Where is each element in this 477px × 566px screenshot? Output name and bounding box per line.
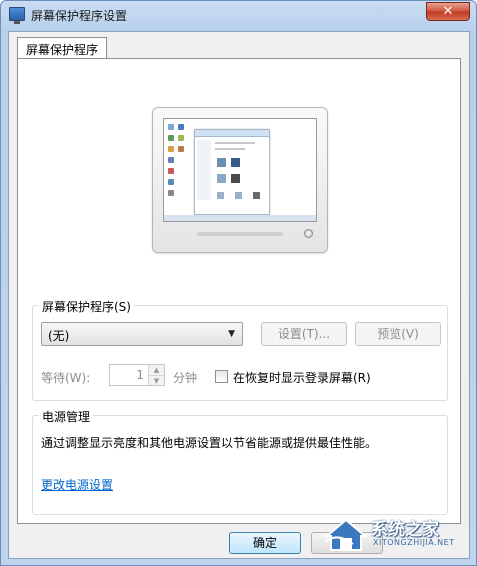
watermark-logo bbox=[324, 518, 368, 551]
wait-minutes-stepper[interactable]: 1 ▲ ▼ bbox=[109, 364, 165, 386]
desktop-icon bbox=[168, 146, 174, 152]
minutes-label: 分钟 bbox=[173, 371, 198, 385]
desktop-icon bbox=[168, 124, 174, 130]
preview-screen bbox=[163, 118, 317, 222]
spin-up-icon[interactable]: ▲ bbox=[149, 365, 164, 375]
resume-logon-checkbox[interactable] bbox=[215, 370, 228, 383]
display-settings-icon bbox=[9, 7, 25, 24]
ok-button[interactable]: 确定 bbox=[229, 532, 301, 554]
desktop-icon bbox=[178, 135, 184, 141]
window-title: 屏幕保护程序设置 bbox=[31, 9, 128, 23]
desktop-icon bbox=[178, 146, 184, 152]
preview-taskbar bbox=[164, 215, 316, 221]
tab-panel: 屏幕保护程序(S) (无) ▼ 设置(T)... 预览(V) 等待(W): 1 … bbox=[17, 58, 461, 524]
title-bar[interactable]: 屏幕保护程序设置 ✕ bbox=[1, 1, 476, 29]
wait-value: 1 bbox=[136, 368, 144, 382]
preview-button[interactable]: 预览(V) bbox=[355, 322, 441, 346]
power-group-label: 电源管理 bbox=[39, 408, 94, 425]
screensaver-group: 屏幕保护程序(S) (无) ▼ 设置(T)... 预览(V) 等待(W): 1 … bbox=[32, 298, 448, 401]
desktop-icon bbox=[168, 135, 174, 141]
desktop-icon bbox=[168, 190, 174, 196]
preview-window bbox=[194, 129, 270, 215]
desktop-icon bbox=[168, 168, 174, 174]
change-power-settings-link[interactable]: 更改电源设置 bbox=[41, 476, 113, 493]
desktop-icon bbox=[178, 124, 184, 130]
power-description: 通过调整显示亮度和其他电源设置以节省能源或提供最佳性能。 bbox=[41, 436, 378, 450]
resume-logon-label: 在恢复时显示登录屏幕(R) bbox=[233, 371, 371, 385]
screensaver-select[interactable]: (无) ▼ bbox=[41, 322, 243, 346]
wait-label: 等待(W): bbox=[41, 371, 91, 385]
monitor-preview bbox=[152, 107, 328, 253]
dialog-client-area: 屏幕保护程序 屏幕保护程序(S) (无) ▼ 设置(T)... 预览(V) 等待… bbox=[8, 31, 470, 559]
settings-button[interactable]: 设置(T)... bbox=[261, 322, 347, 346]
screensaver-selected-value: (无) bbox=[48, 329, 70, 343]
power-button-icon bbox=[304, 229, 313, 238]
dialog-window: 屏幕保护程序设置 ✕ 屏幕保护程序 屏幕保护程序(S) (无) ▼ 设置(T).… bbox=[0, 0, 477, 566]
close-button[interactable]: ✕ bbox=[426, 2, 470, 21]
tab-screensaver[interactable]: 屏幕保护程序 bbox=[17, 37, 108, 59]
desktop-icon bbox=[168, 179, 174, 185]
monitor-bezel bbox=[197, 232, 283, 236]
chevron-down-icon: ▼ bbox=[228, 329, 235, 339]
desktop-icon bbox=[168, 157, 174, 163]
watermark-text: 系统之家 bbox=[371, 520, 439, 540]
power-group: 电源管理 通过调整显示亮度和其他电源设置以节省能源或提供最佳性能。 更改电源设置 bbox=[32, 408, 448, 515]
spin-down-icon[interactable]: ▼ bbox=[149, 375, 164, 385]
screensaver-group-label: 屏幕保护程序(S) bbox=[39, 298, 134, 315]
watermark-subtext: XITONGZHIJIA.NET bbox=[373, 538, 455, 547]
